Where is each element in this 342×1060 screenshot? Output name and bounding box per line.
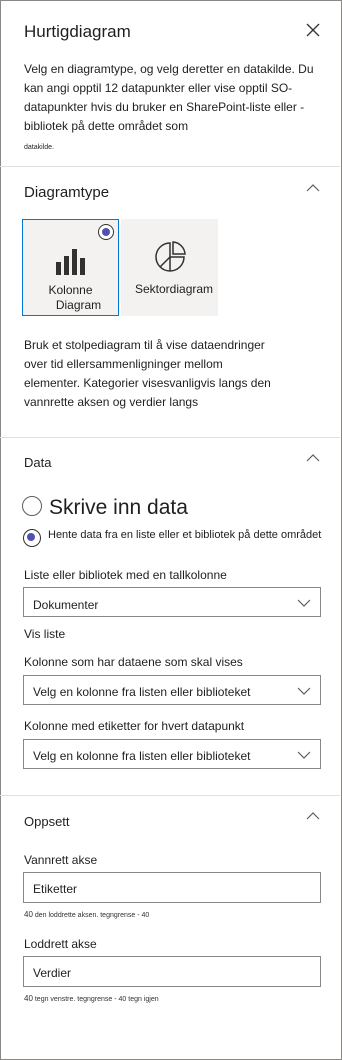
y-axis-input[interactable]: Verdier: [23, 956, 321, 987]
x-axis-input-value: Etiketter: [33, 882, 78, 896]
chevron-up-icon[interactable]: [306, 812, 320, 820]
y-axis-hint: 40 tegn venstre. tegngrense - 40 tegn ig…: [24, 994, 159, 1003]
chevron-down-icon: [297, 687, 311, 695]
column-chart-label-line1: Kolonne: [48, 283, 93, 297]
value-column-dropdown-value: Velg en kolonne fra listen eller bibliot…: [33, 685, 251, 699]
x-axis-input[interactable]: Etiketter: [23, 872, 321, 903]
radio-manual-label: Skrive inn data: [49, 496, 188, 519]
layout-heading: Oppsett: [24, 814, 70, 829]
chevron-up-icon[interactable]: [306, 454, 320, 462]
y-axis-label: Loddrett akse: [24, 937, 97, 951]
column-chart-option[interactable]: Kolonne Diagram: [22, 219, 119, 316]
column-chart-label-line2: Diagram: [55, 298, 102, 312]
chevron-down-icon: [297, 751, 311, 759]
value-column-dropdown[interactable]: Velg en kolonne fra listen eller bibliot…: [23, 675, 321, 705]
radio-list-data[interactable]: [23, 529, 41, 547]
panel-title: Hurtigdiagram: [24, 22, 131, 41]
chart-type-description: Bruk et stolpediagram til å vise dataend…: [24, 338, 271, 409]
divider: [0, 795, 340, 796]
close-icon[interactable]: [305, 22, 321, 38]
chevron-up-icon[interactable]: [306, 184, 320, 192]
value-column-label: Kolonne som har dataene som skal vises: [24, 655, 243, 669]
x-axis-hint-count: 40: [24, 910, 33, 919]
x-axis-hint: 40 den loddrette aksen. tegngrense - 40: [24, 910, 149, 919]
selected-indicator: [98, 224, 114, 240]
pie-chart-label: Sektordiagram: [135, 282, 214, 296]
y-axis-input-value: Verdier: [33, 966, 72, 980]
x-axis-hint-text: den loddrette aksen. tegngrense - 40: [34, 912, 150, 919]
x-axis-label: Vannrett akse: [24, 853, 98, 867]
panel-intro: Velg en diagramtype, og velg deretter en…: [24, 60, 314, 157]
list-field-label: Liste eller bibliotek med en tallkolonne: [24, 568, 227, 582]
pie-chart-icon: [155, 241, 186, 272]
intro-tail: datakilde.: [24, 144, 54, 151]
chart-type-heading: Diagramtype: [24, 184, 110, 201]
radio-manual-data[interactable]: [22, 496, 42, 516]
divider: [0, 437, 340, 438]
list-dropdown-value: Dokumenter: [33, 598, 99, 612]
y-axis-hint-text: tegn venstre. tegngrense - 40 tegn igjen: [34, 996, 159, 1003]
data-heading: Data: [24, 455, 52, 470]
label-column-label: Kolonne med etiketter for hvert datapunk…: [24, 719, 245, 733]
intro-text: Velg en diagramtype, og velg deretter en…: [24, 62, 314, 133]
view-list-link[interactable]: Vis liste: [24, 627, 65, 641]
label-column-dropdown[interactable]: Velg en kolonne fra listen eller bibliot…: [23, 739, 321, 769]
column-chart-icon: [56, 249, 85, 275]
y-axis-hint-count: 40: [24, 994, 33, 1003]
pie-chart-option[interactable]: Sektordiagram: [121, 219, 218, 316]
label-column-dropdown-value: Velg en kolonne fra listen eller bibliot…: [33, 749, 251, 763]
divider: [0, 166, 340, 167]
radio-list-label: Hente data fra en liste eller et bibliot…: [48, 529, 322, 541]
chevron-down-icon: [297, 599, 311, 607]
list-dropdown[interactable]: Dokumenter: [23, 587, 321, 617]
column-chart-label: Kolonne Diagram: [23, 283, 118, 313]
